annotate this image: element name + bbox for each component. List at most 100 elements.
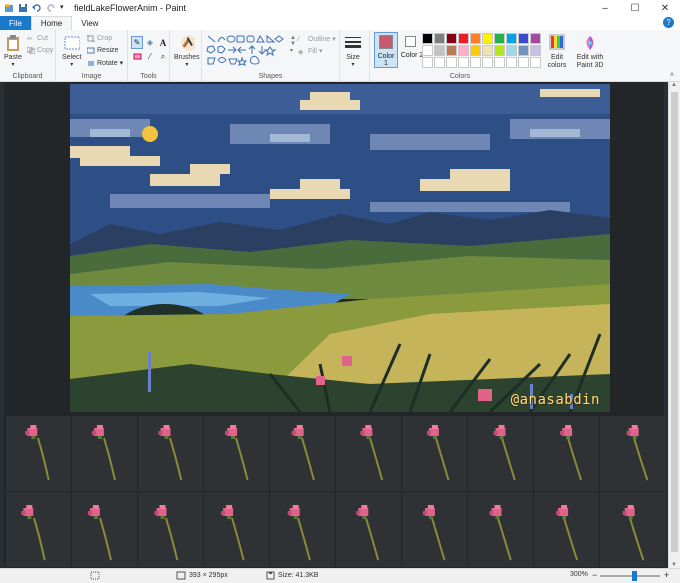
palette-swatch[interactable] bbox=[518, 57, 529, 68]
flower-sprite bbox=[21, 505, 46, 561]
file-size-text: Size: 41.3KB bbox=[278, 572, 319, 579]
edit-colors-button[interactable]: Edit colors bbox=[546, 34, 568, 70]
palette-swatch[interactable] bbox=[518, 45, 529, 56]
palette-swatch[interactable] bbox=[506, 57, 517, 68]
palette-swatch[interactable] bbox=[506, 33, 517, 44]
crop-button[interactable]: Crop bbox=[87, 35, 112, 42]
color-picker-icon[interactable]: ⁄ bbox=[144, 50, 156, 63]
color2-label: Color 2 bbox=[400, 52, 424, 59]
brush-icon bbox=[180, 35, 195, 51]
color1-label: Color 1 bbox=[377, 53, 395, 67]
palette-swatch[interactable] bbox=[494, 45, 505, 56]
quick-access-toolbar: ▾ bbox=[0, 3, 66, 13]
palette-swatch[interactable] bbox=[494, 33, 505, 44]
palette-swatch[interactable] bbox=[530, 33, 541, 44]
edit-with-paint3d-label: Edit with Paint 3D bbox=[576, 54, 604, 69]
palette-swatch[interactable] bbox=[446, 33, 457, 44]
palette-swatch[interactable] bbox=[422, 45, 433, 56]
tab-file[interactable]: File bbox=[0, 16, 31, 30]
edit-with-paint3d-button[interactable]: Edit with Paint 3D bbox=[574, 34, 606, 70]
magnifier-icon[interactable]: ⌕ bbox=[157, 50, 169, 63]
palette-swatch[interactable] bbox=[446, 57, 457, 68]
zoom-in-button[interactable]: + bbox=[664, 570, 669, 580]
palette-swatch[interactable] bbox=[470, 57, 481, 68]
palette-swatch[interactable] bbox=[446, 45, 457, 56]
text-icon[interactable]: A bbox=[157, 36, 169, 49]
workspace: @anasabdin bbox=[0, 82, 668, 568]
drawing-canvas[interactable]: @anasabdin bbox=[4, 82, 665, 568]
status-bar: 393 × 295px Size: 41.3KB 300% − + bbox=[0, 568, 680, 583]
zoom-out-button[interactable]: − bbox=[592, 570, 597, 580]
maximize-button[interactable]: ☐ bbox=[620, 0, 650, 16]
copy-icon bbox=[26, 46, 36, 55]
palette-swatch[interactable] bbox=[482, 45, 493, 56]
scissors-icon: ✂ bbox=[27, 36, 33, 43]
vertical-scrollbar[interactable]: ▲ ▼ bbox=[668, 82, 680, 568]
palette-swatch[interactable] bbox=[470, 45, 481, 56]
palette-swatch[interactable] bbox=[506, 45, 517, 56]
select-button[interactable]: Select ▾ bbox=[62, 34, 81, 68]
outline-icon: ⁄ bbox=[298, 35, 300, 43]
rotate-label: Rotate bbox=[97, 59, 118, 67]
palette-swatch[interactable] bbox=[530, 57, 541, 68]
palette-swatch[interactable] bbox=[422, 33, 433, 44]
fill-bucket-icon[interactable]: ◈ bbox=[144, 36, 156, 49]
scroll-thumb[interactable] bbox=[671, 92, 678, 552]
eraser-icon[interactable] bbox=[131, 50, 143, 63]
paint3d-icon bbox=[586, 36, 594, 50]
color1-swatch bbox=[379, 35, 393, 49]
shapes-gallery[interactable] bbox=[206, 34, 294, 66]
brushes-label: Brushes bbox=[174, 54, 200, 61]
collapse-ribbon-icon[interactable]: ˄ bbox=[670, 72, 674, 79]
selection-icon bbox=[90, 571, 100, 580]
redo-icon[interactable] bbox=[46, 3, 56, 13]
flower-sprite bbox=[87, 505, 112, 561]
help-icon[interactable]: ? bbox=[663, 17, 674, 28]
color2-button[interactable]: Color 2 bbox=[400, 32, 424, 68]
palette-swatch[interactable] bbox=[518, 33, 529, 44]
line-size-icon bbox=[345, 37, 361, 48]
palette-swatch[interactable] bbox=[434, 33, 445, 44]
shapes-group: ▲ ▼ ▾ ⁄ Outline ▾ ◈ Fill ▾ Shapes bbox=[202, 30, 340, 82]
pencil-icon[interactable]: ✎ bbox=[131, 36, 143, 49]
palette-swatch[interactable] bbox=[482, 57, 493, 68]
undo-icon[interactable] bbox=[32, 3, 42, 13]
outline-button[interactable]: ⁄ Outline ▾ bbox=[298, 35, 336, 44]
palette-swatch[interactable] bbox=[470, 33, 481, 44]
scroll-up-icon[interactable]: ▲ bbox=[671, 82, 677, 88]
close-button[interactable]: ✕ bbox=[650, 0, 680, 16]
paste-label: Paste bbox=[4, 54, 22, 61]
animation-frame bbox=[270, 416, 335, 491]
clipboard-group: Paste ▾ ✂ Cut Copy Clipboard bbox=[0, 30, 56, 82]
save-icon[interactable] bbox=[18, 3, 28, 13]
palette-swatch[interactable] bbox=[530, 45, 541, 56]
minimize-button[interactable]: – bbox=[590, 0, 620, 16]
paste-button[interactable]: Paste ▾ bbox=[4, 34, 22, 68]
resize-button[interactable]: Resize bbox=[86, 47, 118, 54]
palette-swatch[interactable] bbox=[494, 57, 505, 68]
brushes-button[interactable]: Brushes ▾ bbox=[174, 34, 200, 68]
palette-swatch[interactable] bbox=[422, 57, 433, 68]
cut-button[interactable]: ✂ Cut bbox=[27, 35, 48, 43]
palette-swatch[interactable] bbox=[458, 33, 469, 44]
zoom-slider[interactable] bbox=[600, 575, 660, 577]
cut-label: Cut bbox=[37, 35, 48, 42]
crop-icon bbox=[87, 35, 95, 42]
zoom-slider-thumb[interactable] bbox=[632, 571, 637, 581]
rotate-button[interactable]: Rotate ▾ bbox=[87, 59, 123, 67]
tab-view[interactable]: View bbox=[72, 16, 107, 30]
palette-swatch[interactable] bbox=[434, 57, 445, 68]
palette-swatch[interactable] bbox=[482, 33, 493, 44]
palette-swatch[interactable] bbox=[458, 45, 469, 56]
animation-frame bbox=[72, 492, 137, 567]
fill-button[interactable]: ◈ Fill ▾ bbox=[298, 47, 322, 56]
palette-swatch[interactable] bbox=[434, 45, 445, 56]
copy-button[interactable]: Copy bbox=[26, 46, 54, 55]
palette-swatch[interactable] bbox=[458, 57, 469, 68]
resize-icon bbox=[86, 47, 95, 54]
copy-label: Copy bbox=[37, 47, 54, 54]
color1-button[interactable]: Color 1 bbox=[374, 32, 398, 68]
size-button[interactable]: Size ▾ bbox=[345, 34, 361, 68]
tab-home[interactable]: Home bbox=[30, 16, 73, 30]
customize-toolbar-icon[interactable]: ▾ bbox=[60, 3, 66, 13]
